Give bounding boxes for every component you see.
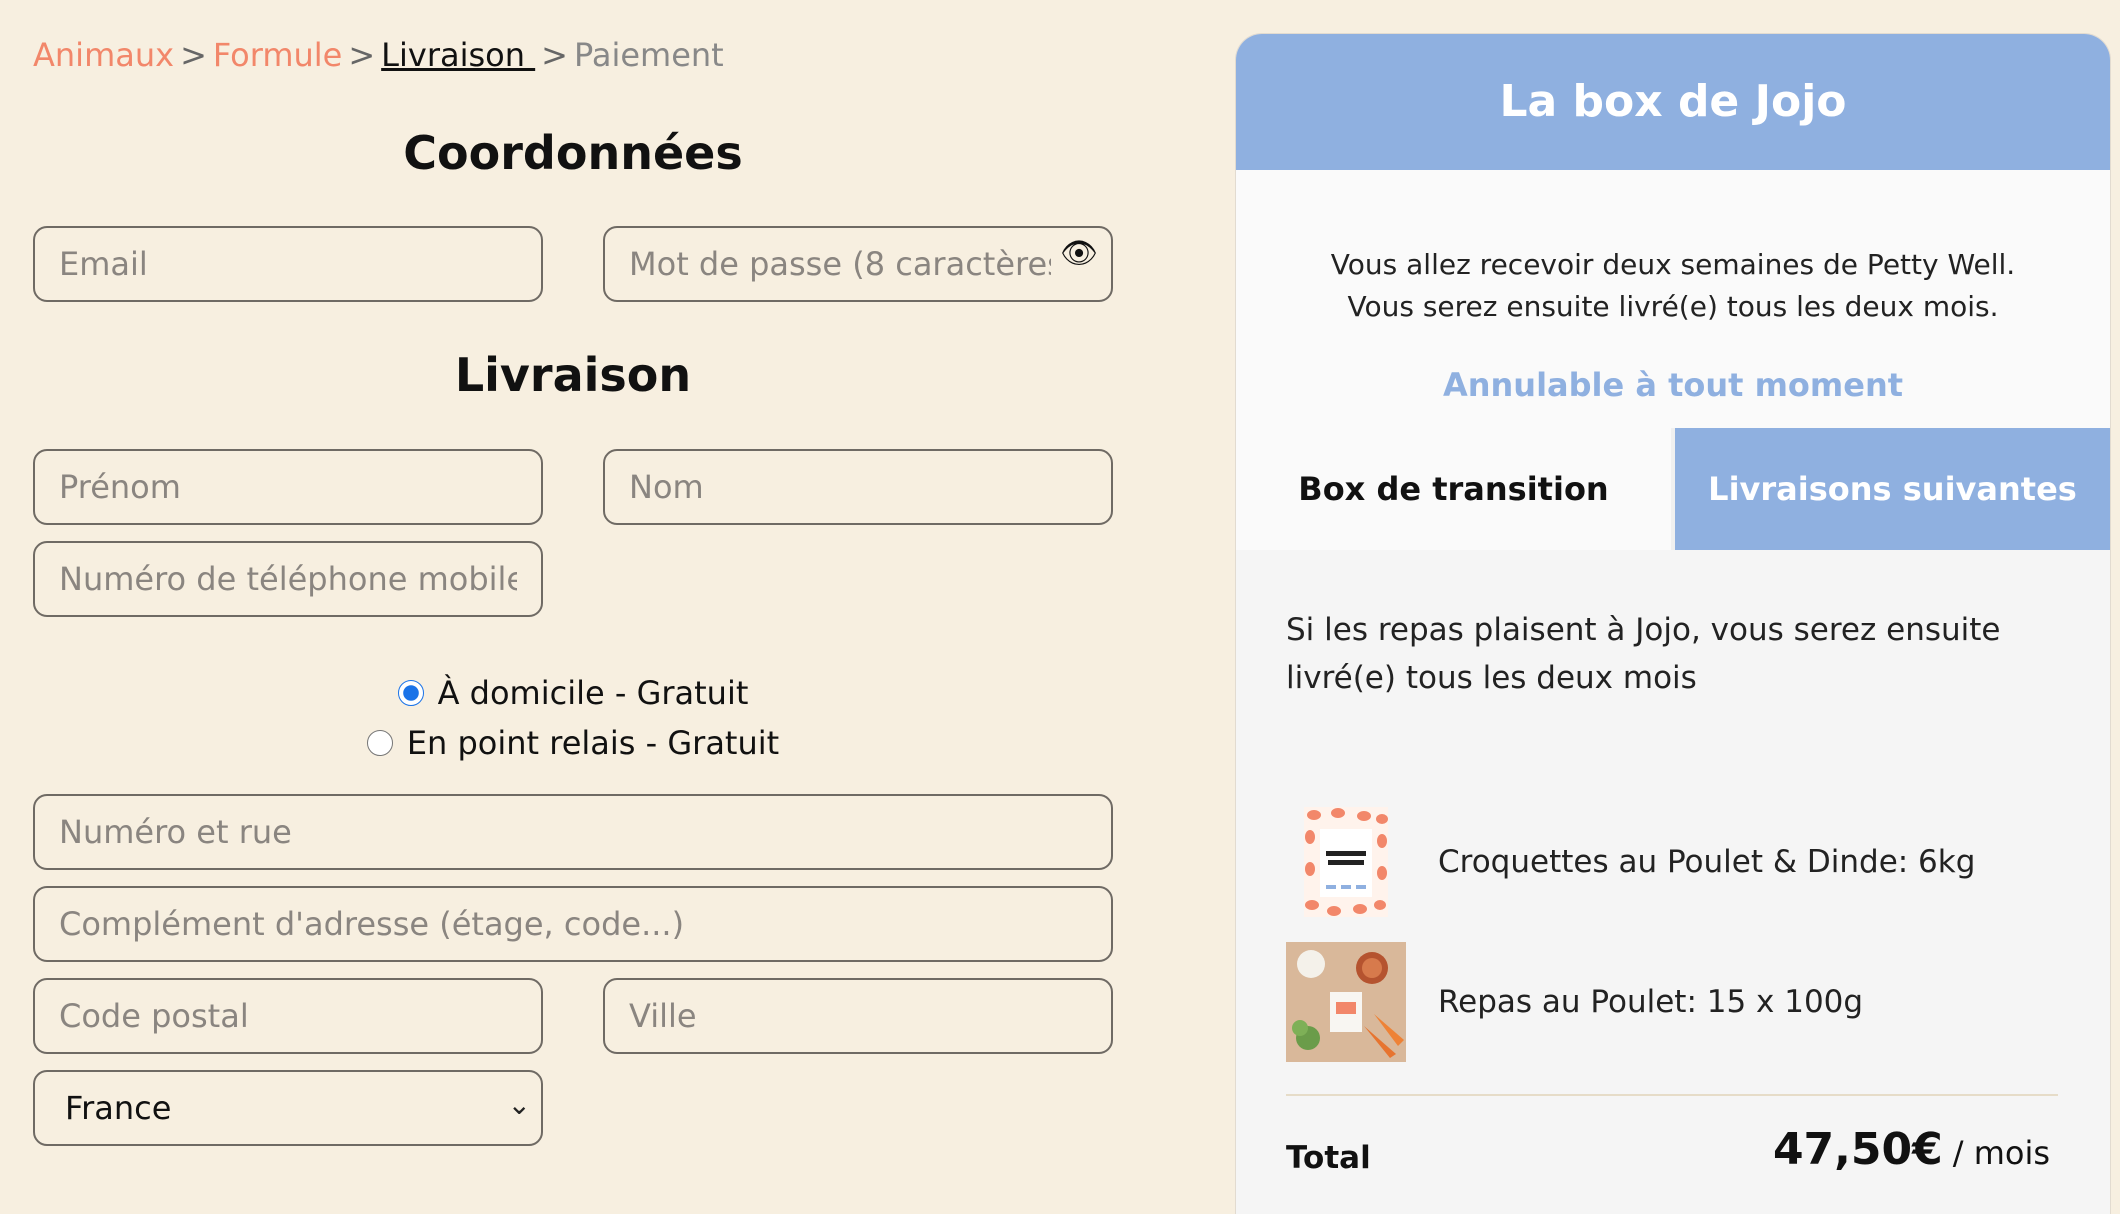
panel-intro: Vous allez recevoir deux semaines de Pet…: [1236, 170, 2110, 458]
total-period: / mois: [1952, 1134, 2050, 1172]
home-delivery-radio[interactable]: [397, 680, 424, 706]
product-item-repas: Repas au Poulet: 15 x 100g: [1286, 942, 1863, 1062]
breadcrumb-livraison: Livraison: [381, 36, 536, 74]
cancel-note: Annulable à tout moment: [1442, 366, 1904, 404]
country-select[interactable]: France: [33, 1070, 543, 1146]
breadcrumb-formule[interactable]: Formule: [213, 36, 342, 74]
password-field[interactable]: [603, 226, 1113, 302]
intro-line-2: Vous serez ensuite livré(e) tous les deu…: [1347, 290, 1999, 323]
croquettes-image: [1286, 802, 1406, 922]
delivery-option-home[interactable]: À domicile - Gratuit: [33, 668, 1113, 718]
panel-body: Si les repas plaisent à Jojo, vous serez…: [1236, 550, 2110, 1214]
repas-image: [1286, 942, 1406, 1062]
breadcrumb: Animaux > Formule > Livraison > Paiement: [33, 36, 724, 74]
product-label-repas: Repas au Poulet: 15 x 100g: [1438, 984, 1864, 1020]
breadcrumb-separator: >: [541, 36, 568, 74]
delivery-option-relay[interactable]: En point relais - Gratuit: [33, 718, 1113, 768]
city-field[interactable]: [603, 978, 1113, 1054]
total-amount: 47,50€: [1772, 1124, 1943, 1175]
product-item-croquettes: Croquettes au Poulet & Dinde: 6kg: [1286, 802, 1975, 922]
intro-line-1: Vous allez recevoir deux semaines de Pet…: [1330, 248, 2016, 281]
breadcrumb-separator: >: [180, 36, 207, 74]
last-name-field[interactable]: [603, 449, 1113, 525]
breadcrumb-animaux[interactable]: Animaux: [33, 36, 174, 74]
breadcrumb-separator: >: [348, 36, 376, 74]
relay-delivery-radio[interactable]: [366, 730, 393, 756]
delivery-options: À domicile - Gratuit En point relais - G…: [33, 668, 1113, 768]
product-label-croquettes: Croquettes au Poulet & Dinde: 6kg: [1438, 844, 1976, 880]
country-select-wrapper: France ⌄: [33, 1070, 543, 1146]
street-field[interactable]: [33, 794, 1113, 870]
phone-field[interactable]: [33, 541, 543, 617]
tab-livraisons-suivantes[interactable]: Livraisons suivantes: [1675, 428, 2110, 550]
total-label: Total: [1286, 1140, 1371, 1176]
tab-description: Si les repas plaisent à Jojo, vous serez…: [1286, 612, 2001, 696]
address-complement-field[interactable]: [33, 886, 1113, 962]
delivery-tabs: Box de transition Livraisons suivantes: [1236, 428, 2110, 550]
order-summary-panel: La box de Jojo Vous allez recevoir deux …: [1236, 34, 2110, 1214]
postal-code-field[interactable]: [33, 978, 543, 1054]
checkout-form: Animaux > Formule > Livraison > Paiement Coor…: [0, 0, 1180, 1192]
tab-box-de-transition[interactable]: Box de transition: [1236, 428, 1675, 550]
relay-delivery-label: En point relais - Gratuit: [406, 724, 780, 762]
email-field[interactable]: [33, 226, 543, 302]
livraison-title: Livraison: [454, 348, 692, 402]
total-price: 47,50€ / mois: [1773, 1124, 2050, 1175]
eye-icon[interactable]: 👁: [1060, 236, 1098, 271]
coordonnees-title: Coordonnées: [403, 126, 743, 180]
breadcrumb-paiement: Paiement: [573, 36, 724, 74]
summary-divider: [1286, 1094, 2058, 1096]
home-delivery-label: À domicile - Gratuit: [437, 674, 749, 712]
panel-title: La box de Jojo: [1236, 34, 2110, 170]
first-name-field[interactable]: [33, 449, 543, 525]
